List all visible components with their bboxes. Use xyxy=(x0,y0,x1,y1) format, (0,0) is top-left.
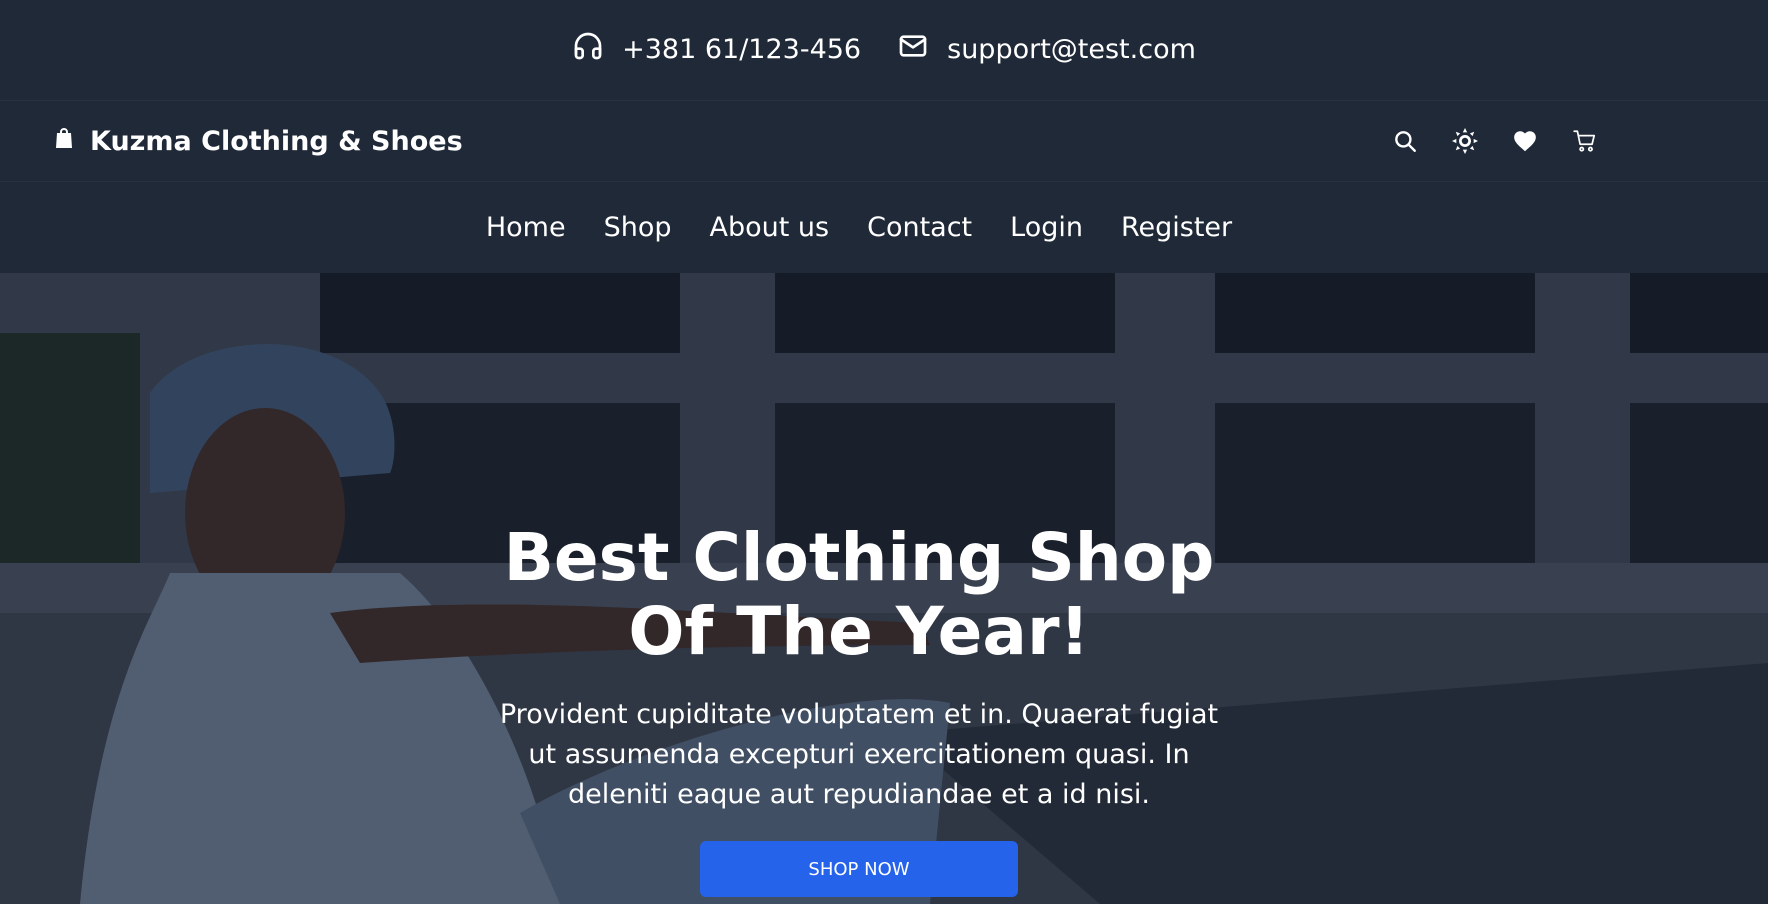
shop-now-button[interactable]: SHOP NOW xyxy=(700,841,1018,897)
nav-shop[interactable]: Shop xyxy=(604,212,672,243)
nav-about-us[interactable]: About us xyxy=(710,212,830,243)
top-contact-bar: +381 61/123-456 support@test.com xyxy=(0,0,1768,101)
email-contact[interactable]: support@test.com xyxy=(897,30,1196,69)
shopping-bag-icon xyxy=(52,126,76,157)
site-header: Kuzma Clothing & Shoes xyxy=(0,101,1768,182)
email-address: support@test.com xyxy=(947,33,1196,65)
nav-home[interactable]: Home xyxy=(486,212,566,243)
hero-content: Best Clothing Shop Of The Year! Providen… xyxy=(0,521,1768,897)
heart-icon[interactable] xyxy=(1512,128,1538,154)
envelope-icon xyxy=(897,30,929,69)
brand-name: Kuzma Clothing & Shoes xyxy=(90,125,463,157)
nav-register[interactable]: Register xyxy=(1121,212,1232,243)
hero-title: Best Clothing Shop Of The Year! xyxy=(503,519,1215,670)
cart-icon[interactable] xyxy=(1572,128,1598,154)
nav-contact[interactable]: Contact xyxy=(867,212,972,243)
hero-description: Provident cupiditate voluptatem et in. Q… xyxy=(499,699,1219,810)
search-icon[interactable] xyxy=(1392,128,1418,154)
sun-icon[interactable] xyxy=(1452,128,1478,154)
main-nav: Home Shop About us Contact Login Registe… xyxy=(0,182,1768,273)
headphones-icon xyxy=(572,30,604,69)
phone-contact[interactable]: +381 61/123-456 xyxy=(572,30,861,69)
header-actions xyxy=(1392,128,1598,154)
hero-section: Best Clothing Shop Of The Year! Providen… xyxy=(0,273,1768,904)
brand-logo[interactable]: Kuzma Clothing & Shoes xyxy=(52,126,463,157)
phone-number: +381 61/123-456 xyxy=(622,33,862,65)
nav-login[interactable]: Login xyxy=(1010,212,1083,243)
